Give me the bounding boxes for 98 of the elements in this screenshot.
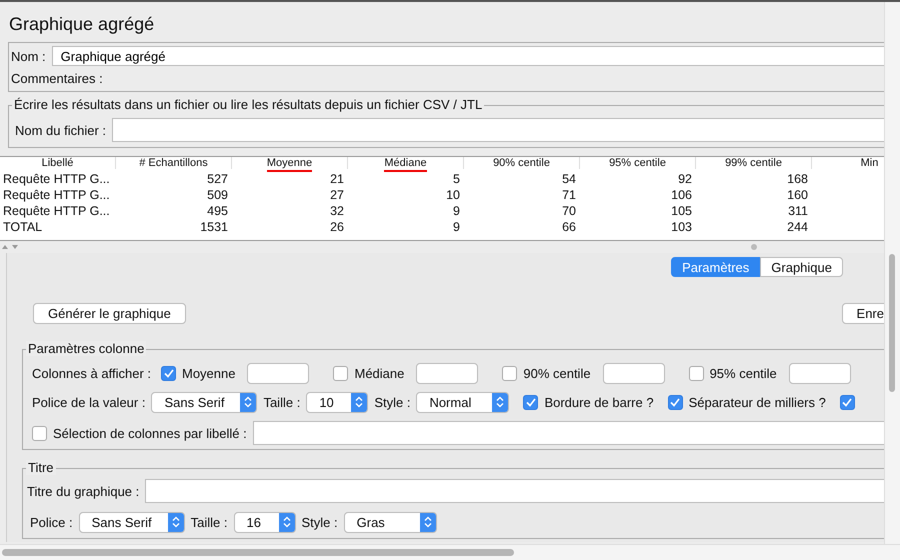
table-cell: 27 [330, 188, 344, 202]
checkbox-label: Médiane [354, 366, 404, 380]
column-header[interactable]: Moyenne [266, 157, 312, 172]
size-label: Taille : [263, 394, 300, 410]
column-header[interactable]: Min [860, 157, 878, 169]
font-label: Police : [30, 514, 73, 530]
table-cell: 54 [562, 172, 576, 186]
table-cell: 1531 [200, 220, 228, 234]
table-cell: 106 [671, 188, 692, 202]
style-select[interactable]: Gras [344, 512, 437, 532]
table-cell: Requête HTTP G... [3, 188, 110, 202]
chart-title-label: Titre du graphique : [27, 484, 140, 498]
save-button[interactable]: Enre [842, 303, 884, 324]
table-cell: 527 [207, 172, 228, 186]
table-cell: 32 [330, 204, 344, 218]
column-value-field[interactable] [247, 362, 310, 384]
table-cell: 71 [562, 188, 576, 202]
checkbox[interactable] [523, 394, 538, 410]
table-cell: 70 [562, 204, 576, 218]
column-header[interactable]: Libellé [42, 157, 74, 169]
checkbox[interactable] [668, 394, 683, 410]
checkbox-label: Bordure de barre ? [544, 394, 654, 410]
font-select[interactable]: Sans Serif [78, 512, 185, 532]
file-group-title: Écrire les résultats dans un fichier ou lire les résultats depuis un fichier CSV / JTL [12, 97, 484, 112]
table-cell: 66 [562, 220, 576, 234]
name-field[interactable]: Graphique agrégé [52, 46, 884, 66]
table-cell: TOTAL [3, 220, 42, 234]
value-font-label: Police de la valeur : [32, 394, 146, 410]
checkbox-label: Séparateur de milliers ? [688, 394, 826, 410]
checkbox[interactable] [161, 366, 176, 380]
up-down-chevron-icon [424, 516, 432, 528]
checkmark-icon [164, 368, 174, 378]
filename-label: Nom du fichier : [15, 122, 106, 138]
table-cell: 509 [207, 188, 228, 202]
checkbox[interactable] [32, 426, 47, 440]
up-down-chevron-icon [282, 516, 290, 528]
vertical-scrollbar-thumb[interactable] [889, 254, 895, 392]
up-down-chevron-icon [496, 396, 504, 408]
panel-title: Graphique agrégé [8, 13, 156, 36]
column-header[interactable]: 90% centile [493, 157, 550, 169]
title-settings-title: Titre [26, 460, 56, 475]
column-header[interactable]: Médiane [384, 157, 427, 172]
checkbox-label: Sélection de colonnes par libellé : [53, 426, 247, 440]
checkmark-icon [526, 398, 536, 406]
column-header[interactable]: 99% centile [725, 157, 782, 169]
comments-label: Commentaires : [11, 70, 103, 86]
table-cell: 5 [453, 172, 460, 186]
name-label: Nom : [11, 48, 46, 64]
table-cell: 9 [453, 220, 460, 234]
column-value-field[interactable] [788, 362, 851, 384]
chart-title-field[interactable] [145, 479, 884, 503]
tab[interactable]: Paramètres [671, 257, 760, 277]
column-header[interactable]: # Echantillons [139, 157, 208, 169]
generate-chart-button[interactable]: Générer le graphique [33, 303, 186, 324]
style-label: Style : [302, 514, 338, 530]
table-cell: 311 [788, 204, 808, 218]
checkmark-icon [670, 398, 680, 406]
column-value-field[interactable] [416, 362, 478, 384]
checkbox-label: Moyenne [182, 366, 236, 380]
style-select[interactable]: Normal [416, 392, 510, 412]
table-cell: 103 [671, 220, 692, 234]
checkmark-icon [842, 398, 852, 406]
table-cell: 105 [671, 204, 692, 218]
split-arrows-icon[interactable] [1, 244, 19, 250]
checkbox-label: 90% centile [523, 366, 591, 380]
size-label: Taille : [190, 514, 228, 530]
column-settings-title: Paramètres colonne [26, 341, 146, 356]
table-cell: 26 [330, 220, 344, 234]
font-select[interactable]: Sans Serif [151, 392, 258, 412]
tab[interactable]: Graphique [760, 257, 843, 277]
table-cell: 92 [678, 172, 692, 186]
table-cell: 160 [787, 188, 808, 202]
column-header[interactable]: 95% centile [609, 157, 666, 169]
table-cell: 495 [207, 204, 228, 218]
label-filter-field[interactable] [252, 421, 884, 445]
checkbox[interactable] [688, 366, 704, 380]
columns-label: Colonnes à afficher : [32, 366, 151, 380]
size-select[interactable]: 10 [306, 392, 368, 412]
table-cell: 9 [453, 204, 460, 218]
checkbox[interactable] [840, 394, 855, 410]
table-cell: 21 [330, 172, 344, 186]
table-cell: Requête HTTP G... [3, 204, 110, 218]
table-cell: 10 [446, 188, 460, 202]
style-label: Style : [374, 394, 410, 410]
up-down-chevron-icon [355, 396, 364, 408]
up-down-chevron-icon [244, 396, 252, 408]
checkbox-label: 95% centile [710, 366, 777, 380]
checkbox[interactable] [333, 366, 348, 380]
checkbox[interactable] [502, 366, 518, 380]
table-cell: Requête HTTP G... [3, 172, 110, 186]
up-down-chevron-icon [172, 516, 180, 528]
table-cell: 244 [787, 220, 808, 234]
horizontal-scrollbar-thumb[interactable] [2, 549, 514, 556]
size-select[interactable]: 16 [234, 512, 296, 532]
column-value-field[interactable] [602, 362, 665, 384]
filename-field[interactable] [112, 118, 884, 142]
table-cell: 168 [787, 172, 808, 186]
splitter-handle[interactable] [751, 244, 757, 250]
